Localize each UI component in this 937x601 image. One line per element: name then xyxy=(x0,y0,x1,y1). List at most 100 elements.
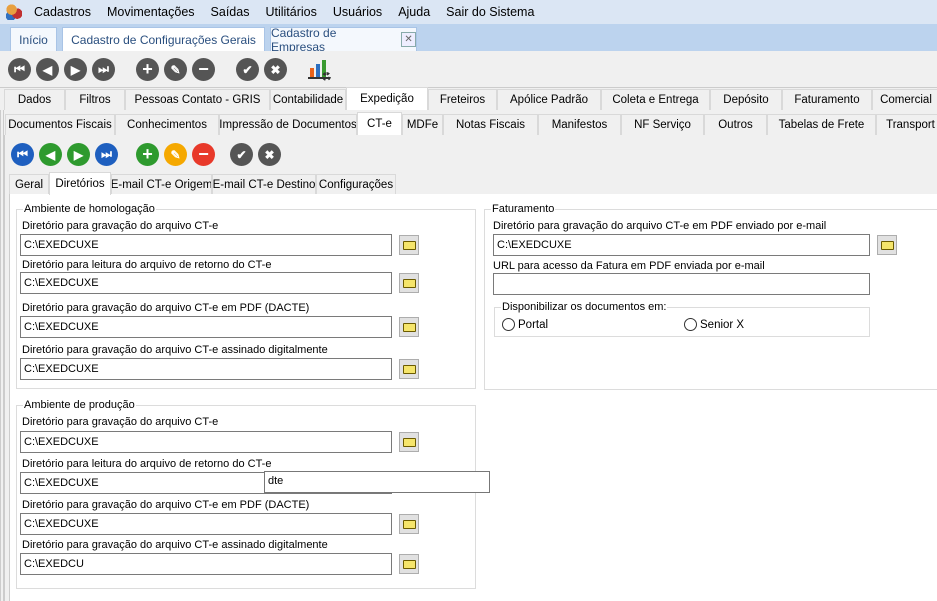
cte-tab-2[interactable]: E-mail CT-e Origem xyxy=(111,174,212,195)
add-icon[interactable]: + xyxy=(136,143,159,166)
sub-tab-3[interactable]: CT-e xyxy=(357,112,402,135)
group-title: Ambiente de produção xyxy=(23,399,136,411)
chart-settings-icon[interactable] xyxy=(307,59,331,81)
browse-folder-button[interactable] xyxy=(399,273,419,293)
cte-tab-1[interactable]: Diretórios xyxy=(49,172,111,195)
browse-folder-button[interactable] xyxy=(399,235,419,255)
homologacao-dir-label: Diretório para gravação do arquivo CT-e … xyxy=(22,344,328,356)
radio-portal[interactable]: Portal xyxy=(502,318,548,331)
menu-movimentacoes[interactable]: Movimentações xyxy=(99,5,203,19)
sub-tab-7[interactable]: NF Serviço xyxy=(621,114,704,135)
producao-dir-input[interactable]: C:\EXEDCUXE xyxy=(20,513,392,535)
doc-tab-config-gerais[interactable]: Cadastro de Configurações Gerais xyxy=(62,27,265,51)
doc-tab-inicio[interactable]: Início xyxy=(10,27,57,51)
browse-folder-button[interactable] xyxy=(877,235,897,255)
tab-label: Dados xyxy=(17,94,52,106)
add-icon[interactable]: + xyxy=(136,58,159,81)
menu-sair[interactable]: Sair do Sistema xyxy=(438,5,542,19)
tab-label: Manifestos xyxy=(551,119,608,131)
last-record-icon[interactable]: ⏭ xyxy=(95,143,118,166)
browse-folder-button[interactable] xyxy=(399,514,419,534)
browse-folder-button[interactable] xyxy=(399,359,419,379)
producao-dir-label: Diretório para gravação do arquivo CT-e … xyxy=(22,539,328,551)
sub-tab-8[interactable]: Outros xyxy=(704,114,767,135)
menu-saidas[interactable]: Saídas xyxy=(203,5,258,19)
tab-label: Transport xyxy=(886,119,935,131)
folder-icon xyxy=(402,559,416,569)
cancel-icon[interactable]: ✖ xyxy=(258,143,281,166)
document-tabs: Início Cadastro de Configurações Gerais … xyxy=(0,24,937,54)
confirm-icon[interactable]: ✔ xyxy=(230,143,253,166)
edit-icon[interactable]: ✎ xyxy=(164,143,187,166)
menu-usuarios[interactable]: Usuários xyxy=(325,5,390,19)
delete-icon[interactable]: − xyxy=(192,143,215,166)
main-tab-2[interactable]: Pessoas Contato - GRIS xyxy=(125,89,270,110)
edit-icon[interactable]: ✎ xyxy=(164,58,187,81)
close-icon[interactable]: ✕ xyxy=(401,32,416,47)
cte-tab-3[interactable]: E-mail CT-e Destino xyxy=(212,174,316,195)
producao-dir-label: Diretório para leitura do arquivo de ret… xyxy=(22,458,272,470)
homologacao-dir-input[interactable]: C:\EXEDCUXE xyxy=(20,316,392,338)
browse-folder-button[interactable] xyxy=(399,554,419,574)
tab-label: Documentos Fiscais xyxy=(8,119,112,131)
cte-tab-0[interactable]: Geral xyxy=(9,174,49,195)
previous-record-icon[interactable]: ◀ xyxy=(39,143,62,166)
sub-tab-4[interactable]: MDFe xyxy=(402,114,443,135)
main-tab-6[interactable]: Apólice Padrão xyxy=(497,89,601,110)
cancel-icon[interactable]: ✖ xyxy=(264,58,287,81)
last-record-icon[interactable]: ⏭ xyxy=(92,58,115,81)
tab-label: Conhecimentos xyxy=(127,119,207,131)
menu-cadastros[interactable]: Cadastros xyxy=(26,5,99,19)
menu-utilitarios[interactable]: Utilitários xyxy=(257,5,324,19)
menu-ajuda[interactable]: Ajuda xyxy=(390,5,438,19)
homologacao-dir-input[interactable]: C:\EXEDCUXE xyxy=(20,234,392,256)
producao-dir-input[interactable]: C:\EXEDCUXE xyxy=(20,431,392,453)
radio-circle[interactable] xyxy=(502,318,515,331)
main-tab-4[interactable]: Expedição xyxy=(346,87,428,110)
main-tab-9[interactable]: Faturamento xyxy=(782,89,872,110)
doc-tab-label: Início xyxy=(19,32,48,47)
main-tab-0[interactable]: Dados xyxy=(4,89,65,110)
sub-tab-2[interactable]: Impressão de Documentos xyxy=(219,114,357,135)
autocomplete-popup[interactable]: dte xyxy=(264,471,490,493)
sub-tab-9[interactable]: Tabelas de Frete xyxy=(767,114,876,135)
fatura-url-input[interactable] xyxy=(493,273,870,295)
main-tab-5[interactable]: Freteiros xyxy=(428,89,497,110)
first-record-icon[interactable]: ⏮ xyxy=(11,143,34,166)
sub-tab-1[interactable]: Conhecimentos xyxy=(115,114,219,135)
doc-tab-empresas[interactable]: Cadastro de Empresas ✕ xyxy=(270,26,417,54)
homologacao-dir-input[interactable]: C:\EXEDCUXE xyxy=(20,272,392,294)
browse-folder-button[interactable] xyxy=(399,317,419,337)
confirm-icon[interactable]: ✔ xyxy=(236,58,259,81)
main-tab-8[interactable]: Depósito xyxy=(710,89,782,110)
browse-folder-button[interactable] xyxy=(399,432,419,452)
next-record-icon[interactable]: ▶ xyxy=(64,58,87,81)
sub-tab-0[interactable]: Documentos Fiscais xyxy=(5,114,115,135)
folder-icon xyxy=(402,278,416,288)
first-record-icon[interactable]: ⏮ xyxy=(8,58,31,81)
radio-senior-x[interactable]: Senior X xyxy=(684,318,744,331)
sub-tab-5[interactable]: Notas Fiscais xyxy=(443,114,538,135)
group-title: Disponibilizar os documentos em: xyxy=(501,301,668,313)
main-tab-3[interactable]: Contabilidade xyxy=(270,89,346,110)
pdf-email-dir-input[interactable]: C:\EXEDCUXE xyxy=(493,234,870,256)
next-record-icon[interactable]: ▶ xyxy=(67,143,90,166)
folder-icon xyxy=(402,322,416,332)
tab-label: Tabelas de Frete xyxy=(778,119,865,131)
main-tab-7[interactable]: Coleta e Entrega xyxy=(601,89,710,110)
homologacao-dir-input[interactable]: C:\EXEDCUXE xyxy=(20,358,392,380)
previous-record-icon[interactable]: ◀ xyxy=(36,58,59,81)
folder-icon xyxy=(402,437,416,447)
cte-tab-4[interactable]: Configurações xyxy=(316,174,396,195)
radio-circle[interactable] xyxy=(684,318,697,331)
main-tab-10[interactable]: Comercial xyxy=(872,89,937,110)
tab-label: Depósito xyxy=(723,94,769,106)
sub-tab-6[interactable]: Manifestos xyxy=(538,114,621,135)
producao-dir-input[interactable]: C:\EXEDCU xyxy=(20,553,392,575)
radio-label: Senior X xyxy=(700,318,745,331)
sub-tab-10[interactable]: Transport xyxy=(876,114,937,135)
tab-label: Geral xyxy=(14,179,44,191)
main-tab-1[interactable]: Filtros xyxy=(65,89,125,110)
tab-label: Freteiros xyxy=(439,94,486,106)
delete-icon[interactable]: − xyxy=(192,58,215,81)
